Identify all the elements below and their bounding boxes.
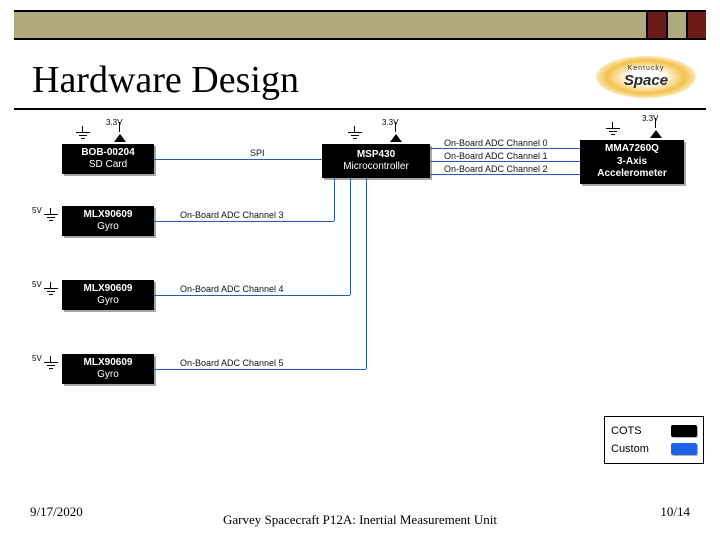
wire xyxy=(154,159,322,160)
adc-label: On-Board ADC Channel 1 xyxy=(444,151,548,161)
legend-swatch-cots xyxy=(671,425,697,437)
kentucky-space-logo: Kentucky Space xyxy=(596,56,696,98)
wire xyxy=(430,148,580,149)
adc-label: On-Board ADC Channel 0 xyxy=(444,138,548,148)
wire xyxy=(154,221,334,222)
block-line: MLX90609 xyxy=(84,209,133,222)
block-line: Gyro xyxy=(97,295,119,308)
legend-row: Custom xyxy=(611,440,697,458)
legend-row: COTS xyxy=(611,422,697,440)
logo-subtext: Kentucky xyxy=(628,65,665,72)
adc-label: On-Board ADC Channel 3 xyxy=(180,210,284,220)
wire xyxy=(334,178,335,221)
adc-label: On-Board ADC Channel 2 xyxy=(444,164,548,174)
block-accelerometer: MMA7260Q 3-Axis Accelerometer xyxy=(580,140,684,184)
title-bar xyxy=(14,10,706,40)
block-diagram: BOB-00204 SD Card 3.3V MLX90609 Gyro 5V … xyxy=(14,120,706,470)
block-mcu: MSP430 Microcontroller xyxy=(322,144,430,178)
block-line: MLX90609 xyxy=(84,283,133,296)
wire xyxy=(430,161,580,162)
legend-swatch-custom xyxy=(671,443,697,455)
block-line: Gyro xyxy=(97,221,119,234)
voltage-label: 3.3V xyxy=(642,114,658,123)
title-underline xyxy=(14,108,706,110)
block-gyro: MLX90609 Gyro xyxy=(62,280,154,310)
adc-label: On-Board ADC Channel 5 xyxy=(180,358,284,368)
wire xyxy=(366,178,367,369)
wire xyxy=(154,369,366,370)
block-line: MSP430 xyxy=(357,149,395,162)
footer-page-number: 10/14 xyxy=(660,504,690,520)
adc-label: On-Board ADC Channel 4 xyxy=(180,284,284,294)
voltage-label: 3.3V xyxy=(382,118,398,127)
wire xyxy=(350,178,351,295)
slide-title: Hardware Design xyxy=(32,58,299,102)
block-line: Gyro xyxy=(97,369,119,382)
legend-label: COTS xyxy=(611,425,642,437)
ground-icon xyxy=(348,126,364,140)
block-line: Microcontroller xyxy=(343,161,409,174)
footer-title: Garvey Spacecraft P12A: Inertial Measure… xyxy=(0,512,720,528)
block-line: MLX90609 xyxy=(84,357,133,370)
ground-icon xyxy=(44,356,60,370)
ground-icon xyxy=(44,282,60,296)
decor-square xyxy=(646,12,666,38)
ground-icon xyxy=(76,126,92,140)
legend-label: Custom xyxy=(611,443,649,455)
block-line: MMA7260Q xyxy=(605,143,659,156)
block-line: Accelerometer xyxy=(597,168,666,181)
decor-square xyxy=(686,12,706,38)
logo-text: Space xyxy=(624,72,668,89)
wire xyxy=(430,174,580,175)
block-line: 3-Axis xyxy=(617,156,647,169)
block-line: SD Card xyxy=(89,159,127,172)
bus-label: SPI xyxy=(250,148,265,158)
ground-icon xyxy=(606,122,622,136)
block-line: BOB-00204 xyxy=(81,147,134,160)
legend-box: COTS Custom xyxy=(604,416,704,464)
decor-square xyxy=(666,12,686,38)
wire xyxy=(154,295,350,296)
voltage-label: 5V xyxy=(32,354,42,363)
voltage-label: 5V xyxy=(32,280,42,289)
ground-icon xyxy=(44,208,60,222)
block-gyro: MLX90609 Gyro xyxy=(62,206,154,236)
block-sd-card: BOB-00204 SD Card xyxy=(62,144,154,174)
block-gyro: MLX90609 Gyro xyxy=(62,354,154,384)
voltage-label: 3.3V xyxy=(106,118,122,127)
voltage-label: 5V xyxy=(32,206,42,215)
